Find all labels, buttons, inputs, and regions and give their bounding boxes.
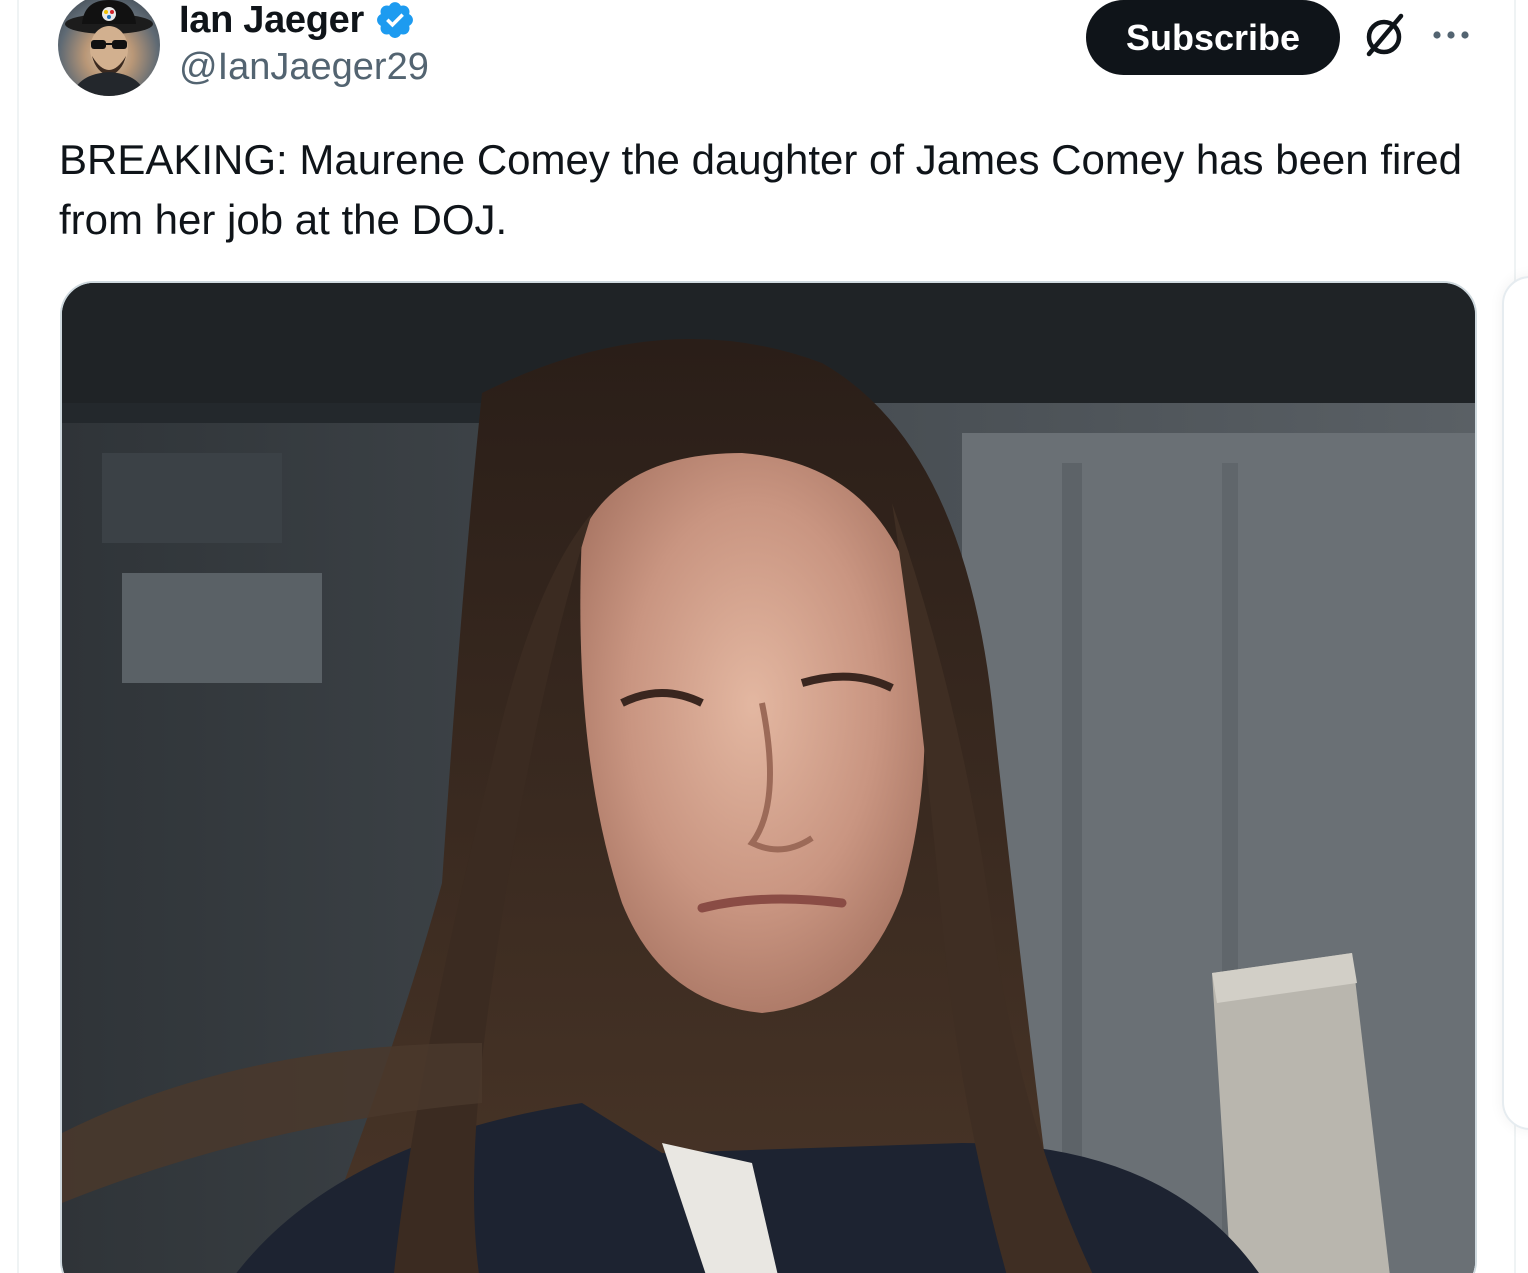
tweet-page: Ian Jaeger @IanJaeger29 Subscribe BREAKI…	[0, 0, 1528, 1273]
author-handle[interactable]: @IanJaeger29	[179, 46, 429, 89]
tweet-text: BREAKING: Maurene Comey the daughter of …	[59, 136, 1463, 243]
verified-badge-icon	[377, 2, 413, 38]
subscribe-button[interactable]: Subscribe	[1086, 0, 1340, 75]
tweet-photo[interactable]	[60, 281, 1477, 1273]
grok-icon[interactable]	[1360, 10, 1410, 60]
author-avatar[interactable]	[58, 0, 160, 96]
sidebar-panel-edge	[1502, 276, 1528, 1130]
author-display-name[interactable]: Ian Jaeger	[179, 0, 364, 42]
more-options-icon[interactable]	[1428, 20, 1474, 50]
author-name-row[interactable]: Ian Jaeger	[179, 0, 416, 46]
timeline-divider-left	[17, 0, 19, 1273]
